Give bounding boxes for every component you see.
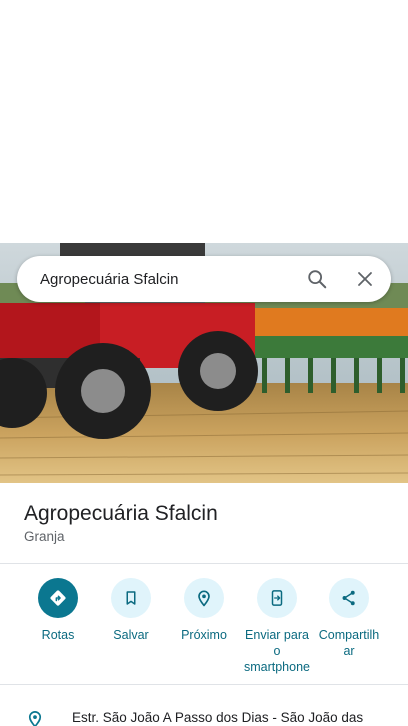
save-label: Salvar <box>113 628 149 642</box>
place-title: Agropecuária Sfalcin <box>24 502 218 525</box>
bookmark-icon[interactable] <box>111 578 151 618</box>
close-icon[interactable] <box>352 266 378 292</box>
address-row[interactable]: Estr. São João A Passo dos Dias - São Jo… <box>0 700 408 726</box>
share-button[interactable]: Compartilhar <box>304 578 394 659</box>
location-pin-icon <box>26 709 44 726</box>
share-label: Compartilhar <box>318 628 380 658</box>
search-input[interactable]: Agropecuária Sfalcin <box>40 271 304 288</box>
address-text: Estr. São João A Passo dos Dias - São Jo… <box>72 710 364 725</box>
share-icon[interactable] <box>329 578 369 618</box>
nearby-icon[interactable] <box>184 578 224 618</box>
send-to-phone-icon[interactable] <box>257 578 297 618</box>
divider <box>0 563 408 564</box>
search-bar[interactable]: Agropecuária Sfalcin <box>17 256 391 302</box>
map-blank-area <box>0 0 408 243</box>
nearby-label: Próximo <box>181 628 227 642</box>
send-to-phone-label: Enviar para o smartphone <box>243 628 310 674</box>
directions-icon[interactable] <box>38 578 78 618</box>
place-category: Granja <box>24 529 65 544</box>
directions-label: Rotas <box>41 628 75 642</box>
search-icon[interactable] <box>304 266 330 292</box>
divider <box>0 684 408 685</box>
